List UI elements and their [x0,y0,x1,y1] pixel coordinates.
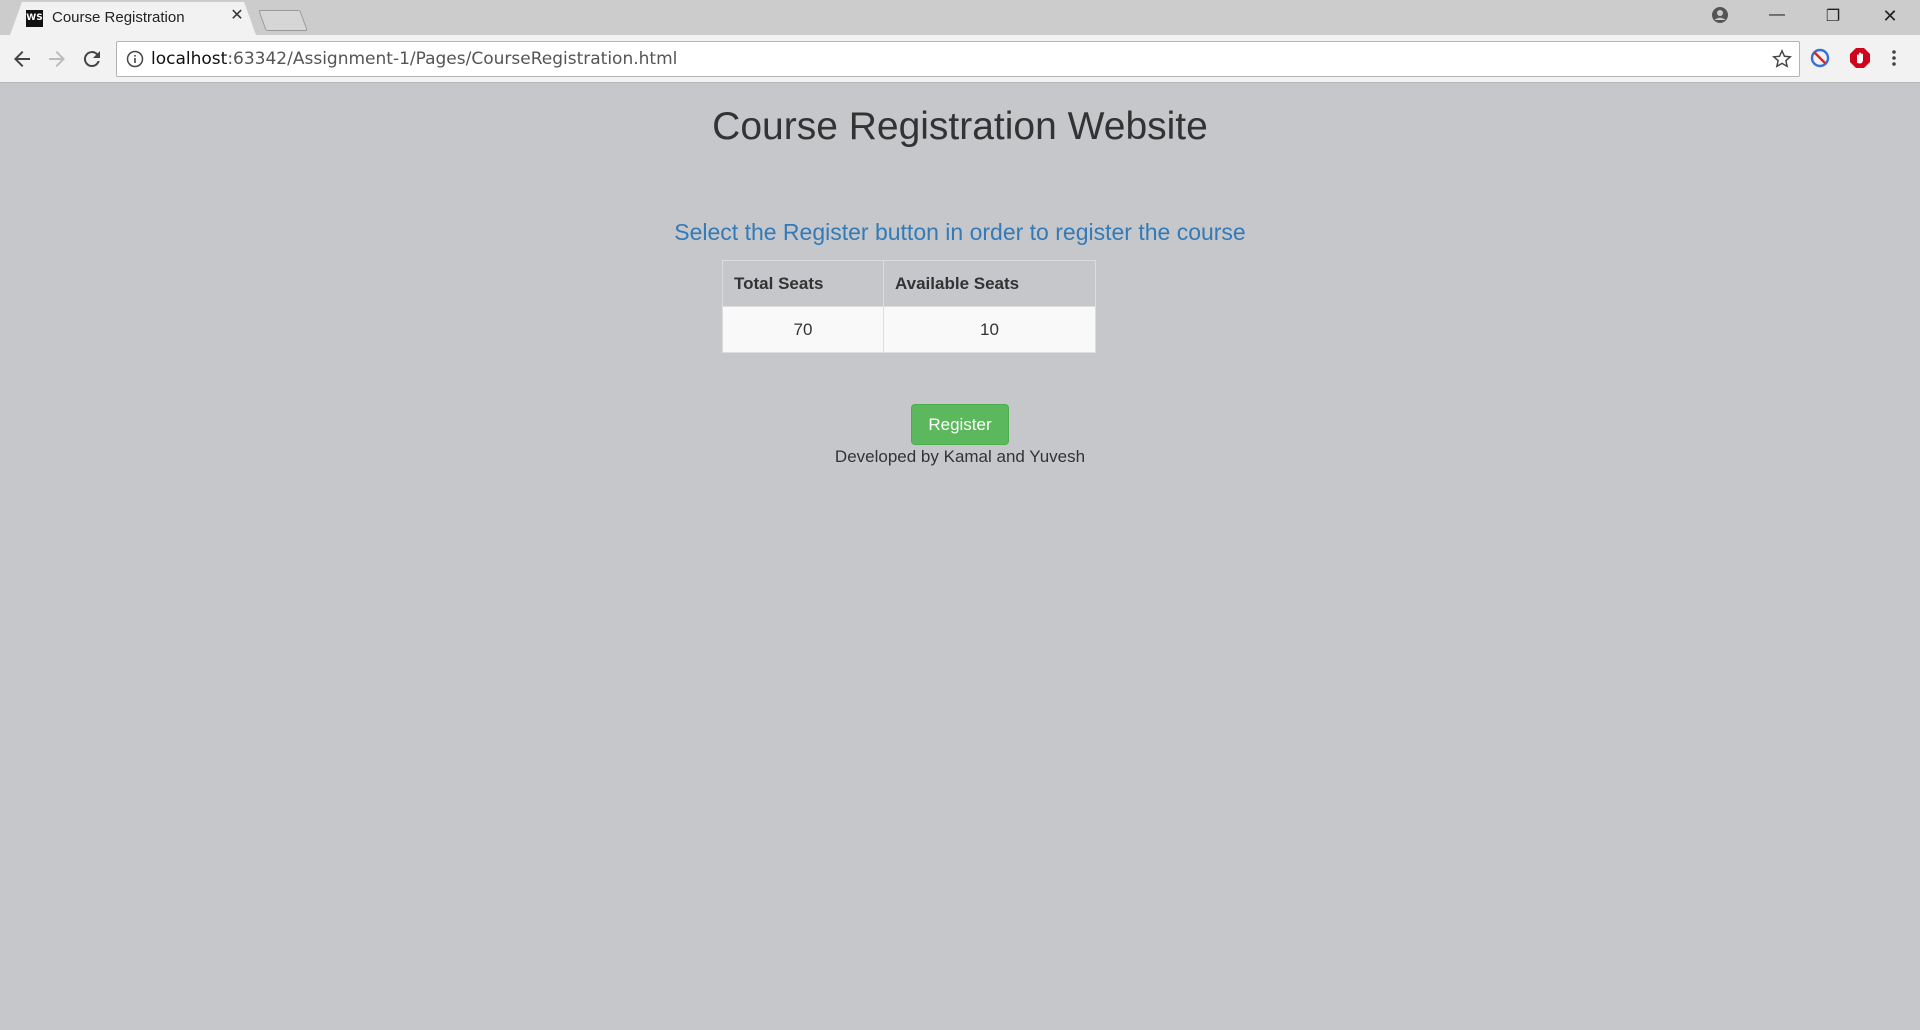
info-icon[interactable] [126,50,144,68]
reload-icon[interactable] [80,47,104,71]
seats-table: Total Seats Available Seats 70 10 [722,260,1096,353]
minimize-button[interactable]: — [1754,6,1800,28]
restore-button[interactable]: ❐ [1810,6,1856,28]
register-button[interactable]: Register [911,404,1009,445]
back-icon[interactable] [10,47,34,71]
forward-icon[interactable] [45,47,69,71]
star-icon[interactable] [1771,48,1793,70]
address-bar[interactable]: localhost:63342/Assignment-1/Pages/Cours… [116,41,1800,77]
browser-toolbar: localhost:63342/Assignment-1/Pages/Cours… [0,35,1920,83]
developer-credit: Developed by Kamal and Yuvesh [834,447,1086,466]
adblock-extension-icon[interactable] [1848,46,1872,70]
header-available-seats: Available Seats [883,260,1096,307]
tab-title: Course Registration [52,9,185,26]
available-seats-value: 10 [883,306,1096,353]
close-window-button[interactable]: ✕ [1867,6,1913,28]
tab-close-icon[interactable]: ✕ [228,7,246,25]
page-content: Course Registration Website Select the R… [0,83,1920,1030]
header-total-seats: Total Seats [722,260,884,307]
menu-icon[interactable] [1886,46,1902,70]
url-host: localhost [151,49,228,69]
table-row: 70 10 [722,306,1096,353]
url-path: :63342/Assignment-1/Pages/CourseRegistra… [227,49,678,69]
url-text[interactable]: localhost:63342/Assignment-1/Pages/Cours… [151,49,677,69]
instruction-text: Select the Register button in order to r… [674,219,1246,245]
page-title: Course Registration Website [712,105,1208,148]
new-tab-button[interactable] [258,10,308,31]
block-extension-icon[interactable] [1808,46,1832,70]
profile-icon[interactable] [1711,6,1729,24]
webstorm-favicon-icon: WS [26,10,43,27]
table-header-row: Total Seats Available Seats [722,260,1096,307]
tab-strip: WS Course Registration ✕ — ❐ ✕ [0,0,1920,35]
total-seats-value: 70 [722,306,884,353]
